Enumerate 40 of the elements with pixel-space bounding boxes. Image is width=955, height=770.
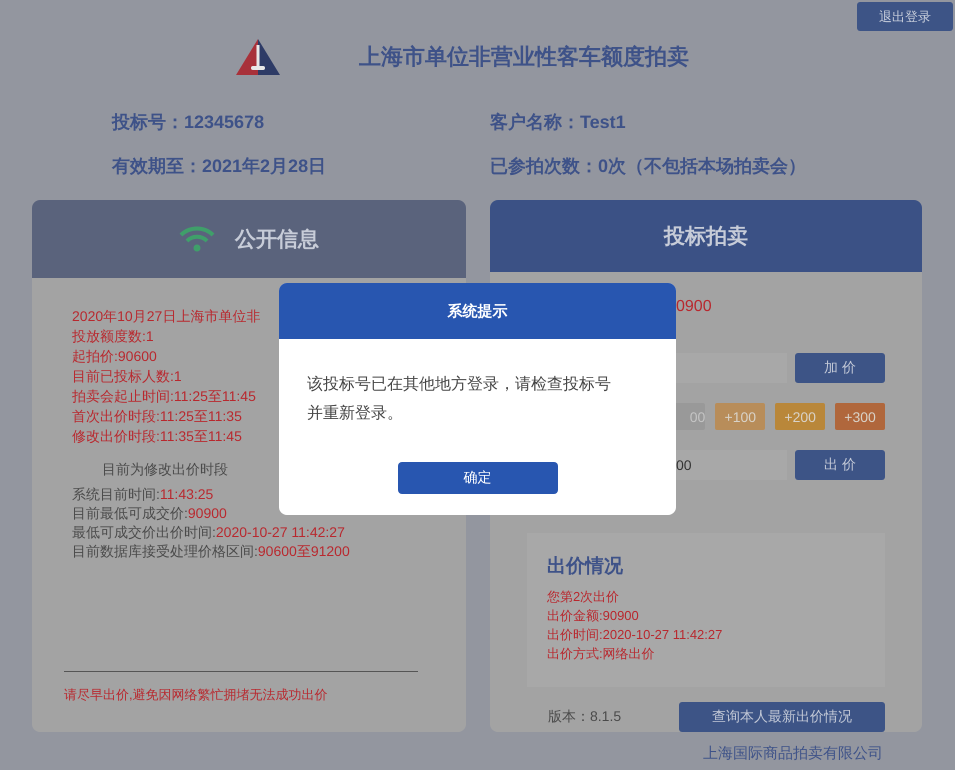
auction-info-line: 投放额度数:1	[72, 327, 154, 346]
notice-text: 请尽早出价,避免因网络繁忙拥堵无法成功出价	[64, 686, 329, 704]
account-info: 有效期至：2021年2月28日	[112, 156, 328, 178]
status-line: 最低可成交价出价时间:2020-10-27 11:42:27	[72, 523, 345, 542]
auction-info-line: 修改出价时段:11:35至11:45	[72, 427, 242, 446]
bid-summary-line: 出价时间:2020-10-27 11:42:27	[547, 626, 724, 644]
page-title: 上海市单位非营业性客车额度拍卖	[359, 43, 689, 71]
status-line: 系统目前时间:11:43:25	[72, 485, 214, 504]
bid-summary-line: 出价金额:90900	[547, 607, 640, 625]
panel-title: 公开信息	[235, 227, 319, 253]
wifi-icon	[179, 226, 215, 252]
confirm-button[interactable]: 确定	[398, 462, 558, 494]
logout-button[interactable]: 退出登录	[857, 2, 953, 31]
phase-text: 目前为修改出价时段	[102, 460, 228, 479]
bid-summary-line: 出价方式:网络出价	[547, 645, 656, 663]
account-info: 投标号：12345678	[112, 112, 266, 134]
dialog-title: 系统提示	[448, 302, 508, 320]
price-text: 0900	[676, 298, 712, 316]
company-name: 上海国际商品拍卖有限公司	[703, 744, 883, 763]
query-button[interactable]: 查询本人最新出价情况	[679, 702, 885, 732]
bid-button[interactable]: 出 价	[795, 450, 885, 480]
dialog-message: 该投标号已在其他地方登录，请检查投标号并重新登录。	[306, 374, 612, 424]
account-info: 客户名称：Test1	[490, 112, 627, 134]
account-info: 已参拍次数：0次（不包括本场拍卖会）	[490, 156, 808, 178]
status-line: 目前数据库接受处理价格区间:90600至91200	[72, 542, 350, 561]
auction-info-line: 2020年10月27日上海市单位非	[72, 307, 260, 326]
version-text: 版本：8.1.5	[548, 708, 622, 726]
bid-input-field[interactable]: 00	[676, 450, 787, 480]
auction-info-line: 起拍价:90600	[72, 347, 157, 366]
raise-button[interactable]: 加 价	[795, 353, 885, 383]
price-input-field[interactable]	[676, 353, 787, 383]
status-line: 目前最低可成交价:90900	[72, 504, 227, 523]
card-title: 出价情况	[547, 555, 624, 579]
logo-icon	[236, 39, 280, 75]
panel-title: 投标拍卖	[664, 224, 748, 250]
auction-info-line: 目前已投标人数:1	[72, 367, 182, 386]
increment-button[interactable]: +300	[835, 403, 886, 430]
auction-info-line: 拍卖会起止时间:11:25至11:45	[72, 387, 256, 406]
bid-summary-line: 您第2次出价	[547, 588, 620, 606]
auction-info-line: 首次出价时段:11:25至11:35	[72, 407, 242, 426]
